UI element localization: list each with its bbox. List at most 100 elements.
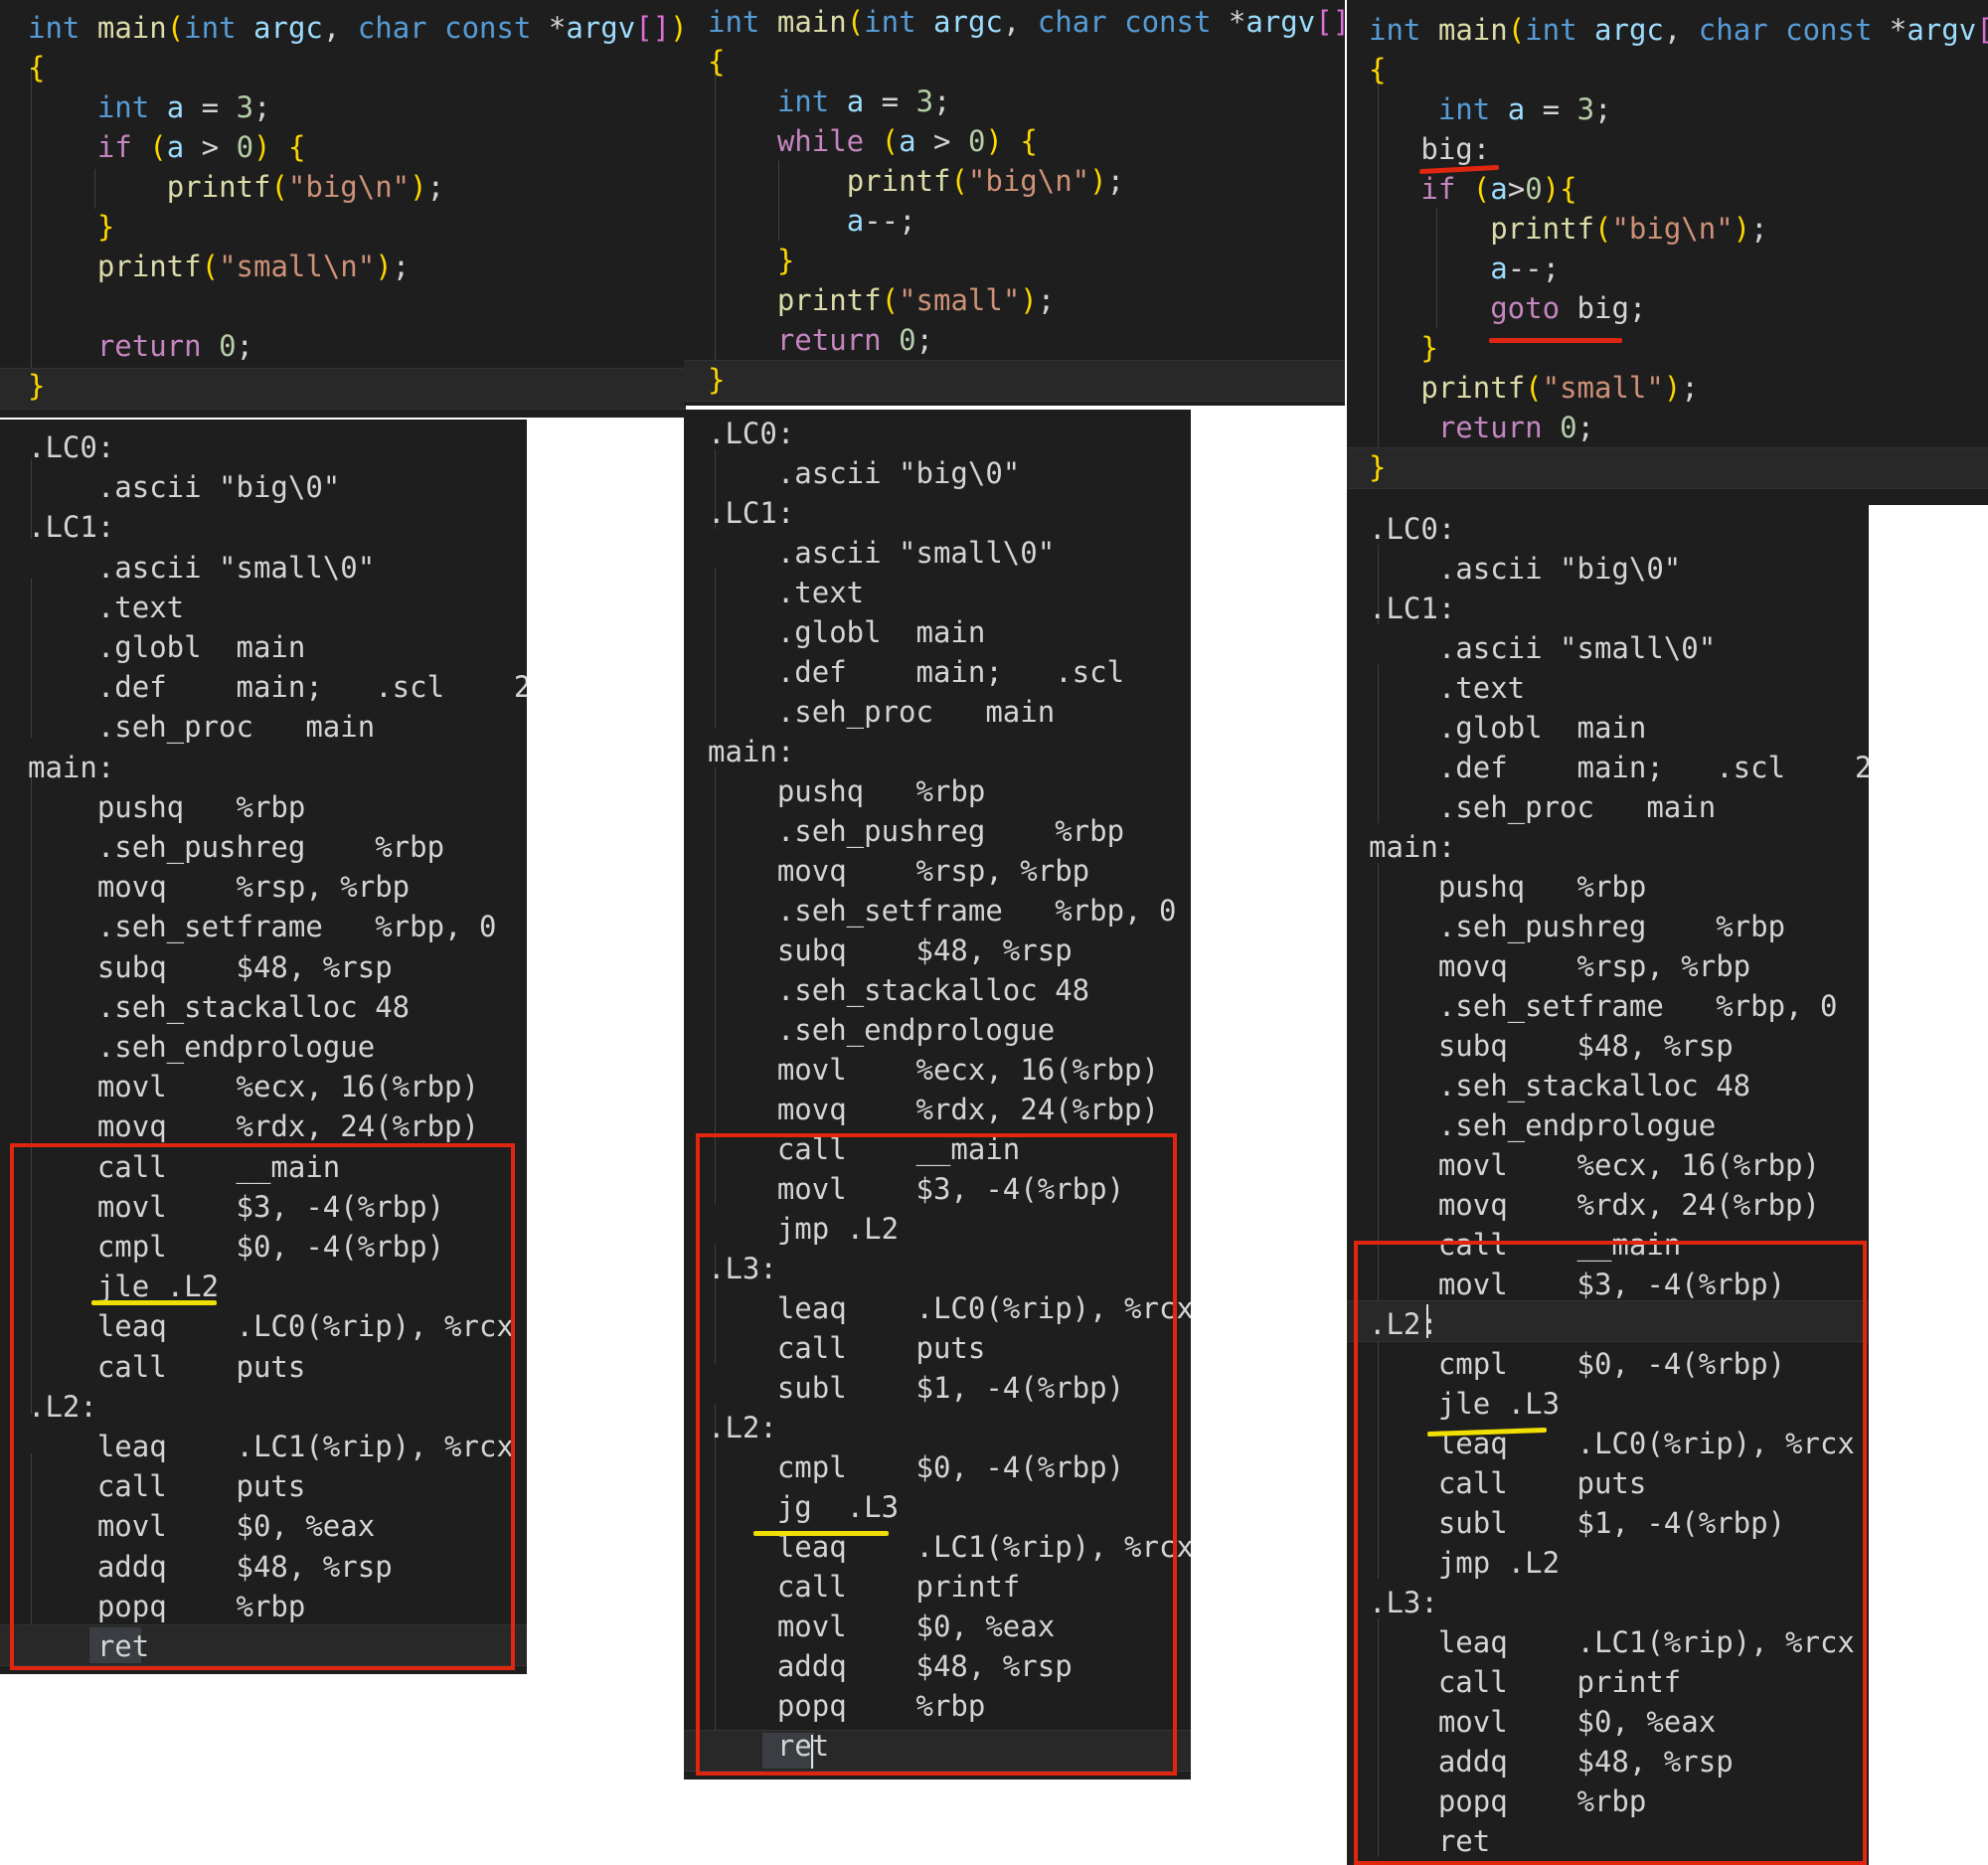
code-line: return 0; (1437, 411, 1595, 444)
asm-line: ret (708, 1729, 830, 1763)
underline-jle (91, 1300, 217, 1305)
underline-jg (753, 1531, 889, 1536)
asm-line: cmpl $0, -4(%rbp) (708, 1450, 1125, 1484)
code-line: if (a > 0) { (96, 130, 306, 164)
asm-line: movl $3, -4(%rbp) (28, 1190, 445, 1224)
asm-line: .L2: (1369, 1307, 1438, 1341)
code-line: } (96, 210, 115, 244)
asm-line: leaq .LC0(%rip), %rcx (708, 1291, 1191, 1325)
asm-line: .ascii "small\0" (708, 536, 1056, 570)
asm-line: pushq %rbp (1369, 870, 1647, 904)
asm-line: .seh_pushreg %rbp (1369, 910, 1786, 943)
asm-line: .LC1: (1369, 592, 1456, 625)
asm-line: movl $0, %eax (1369, 1705, 1717, 1739)
asm-line: movl $0, %eax (28, 1509, 376, 1543)
c-editor-goto[interactable]: int main(int argc, char const *argv[]) {… (1347, 0, 1988, 505)
asm-editor-goto[interactable]: .LC0: .ascii "big\0" .LC1: .ascii "small\… (1347, 505, 1869, 1865)
asm-line: .LC0: (1369, 512, 1456, 546)
asm-line: .def main; .scl 2; (28, 670, 527, 704)
asm-line: subq $48, %rsp (28, 950, 393, 984)
code-line: printf("small"); (1420, 371, 1699, 405)
asm-line: subq $48, %rsp (1369, 1029, 1734, 1063)
asm-line: movl %ecx, 16(%rbp) (1369, 1148, 1820, 1182)
code-line: printf("small"); (776, 283, 1056, 317)
code-line: } (708, 363, 726, 397)
asm-line: jmp .L2 (708, 1212, 900, 1246)
c-editor-if[interactable]: int main(int argc, char const *argv[]) {… (0, 0, 686, 418)
asm-line: addq $48, %rsp (28, 1550, 393, 1584)
asm-line: .def main; .scl 2; (708, 655, 1191, 689)
asm-line: .seh_proc main (1369, 790, 1717, 824)
asm-line: movq %rsp, %rbp (1369, 949, 1751, 983)
asm-line: jle .L3 (1369, 1387, 1561, 1421)
asm-line: .seh_stackalloc 48 (708, 973, 1090, 1007)
asm-line: .ascii "small\0" (28, 551, 376, 585)
asm-line: leaq .LC0(%rip), %rcx (28, 1309, 514, 1343)
asm-line: call puts (708, 1331, 986, 1365)
code-line: return 0; (96, 329, 254, 363)
asm-line: .seh_proc main (28, 710, 376, 744)
asm-line: movq %rdx, 24(%rbp) (708, 1093, 1159, 1126)
asm-line: call puts (28, 1469, 306, 1503)
asm-line: ret (1369, 1824, 1491, 1858)
asm-line: .LC1: (28, 510, 115, 544)
asm-line: call puts (1369, 1466, 1647, 1500)
asm-line: .seh_endprologue (708, 1013, 1056, 1047)
asm-line: main: (1369, 830, 1456, 864)
asm-line: movq %rsp, %rbp (28, 870, 411, 904)
asm-line: call __main (708, 1132, 1021, 1166)
asm-line: leaq .LC0(%rip), %rcx (1369, 1427, 1855, 1460)
asm-line: popq %rbp (708, 1689, 986, 1723)
asm-line: addq $48, %rsp (708, 1649, 1073, 1683)
asm-line: .seh_proc main (708, 695, 1056, 729)
code-line: int a = 3; (1437, 92, 1612, 126)
asm-line: jmp .L2 (1369, 1546, 1561, 1580)
c-editor-while[interactable]: int main(int argc, char const *argv[]) {… (684, 0, 1345, 406)
code-line: int a = 3; (96, 90, 271, 124)
asm-line: pushq %rbp (28, 790, 306, 824)
asm-line: .globl main (708, 615, 986, 649)
code-line: int main(int argc, char const *argv[]) (708, 5, 1345, 39)
asm-line: movq %rdx, 24(%rbp) (1369, 1188, 1820, 1222)
asm-line: .text (28, 591, 185, 624)
code-line: { (708, 45, 726, 79)
asm-line: movl $3, -4(%rbp) (1369, 1268, 1786, 1301)
asm-line: subl $1, -4(%rbp) (1369, 1506, 1786, 1540)
asm-line: .ascii "small\0" (1369, 631, 1717, 665)
asm-line: ret (28, 1629, 150, 1663)
asm-line: movq %rdx, 24(%rbp) (28, 1109, 479, 1143)
code-line: int a = 3; (776, 85, 951, 118)
asm-line: .globl main (1369, 711, 1647, 745)
asm-line: .seh_setframe %rbp, 0 (708, 894, 1177, 928)
code-line: int main(int argc, char const *argv[]) (1369, 13, 1988, 47)
code-line: big: (1420, 132, 1491, 166)
asm-line: .L2: (28, 1390, 97, 1424)
asm-line: .def main; .scl 2; (1369, 751, 1869, 784)
code-line: } (1369, 450, 1387, 484)
asm-line: cmpl $0, -4(%rbp) (28, 1230, 445, 1264)
asm-line: leaq .LC1(%rip), %rcx (1369, 1625, 1855, 1659)
asm-line: call __main (1369, 1228, 1682, 1262)
code-line: a--; (846, 204, 916, 238)
asm-line: .seh_stackalloc 48 (1369, 1069, 1751, 1102)
code-line: } (1420, 331, 1438, 365)
asm-line: popq %rbp (1369, 1784, 1647, 1818)
code-line: if (a>0){ (1420, 172, 1577, 206)
asm-line: .seh_setframe %rbp, 0 (28, 910, 497, 943)
asm-editor-if[interactable]: .LC0: .ascii "big\0" .LC1: .ascii "small\… (0, 420, 527, 1674)
asm-line: .seh_setframe %rbp, 0 (1369, 989, 1838, 1023)
asm-line: call printf (708, 1570, 1021, 1604)
asm-line: call __main (28, 1150, 341, 1184)
asm-line: .ascii "big\0" (708, 456, 1021, 490)
code-line: printf("big\n"); (1490, 212, 1768, 246)
asm-line: pushq %rbp (708, 774, 986, 808)
asm-line: leaq .LC1(%rip), %rcx (28, 1430, 514, 1463)
asm-line: movl %ecx, 16(%rbp) (708, 1053, 1159, 1087)
asm-editor-while[interactable]: .LC0: .ascii "big\0" .LC1: .ascii "small\… (684, 410, 1191, 1780)
code-line: printf("big\n"); (846, 164, 1125, 198)
asm-line: .seh_endprologue (1369, 1108, 1717, 1142)
asm-line: .LC0: (708, 417, 795, 450)
asm-line: movq %rsp, %rbp (708, 854, 1090, 888)
asm-line: .L3: (708, 1252, 777, 1285)
code-line: } (776, 244, 795, 277)
